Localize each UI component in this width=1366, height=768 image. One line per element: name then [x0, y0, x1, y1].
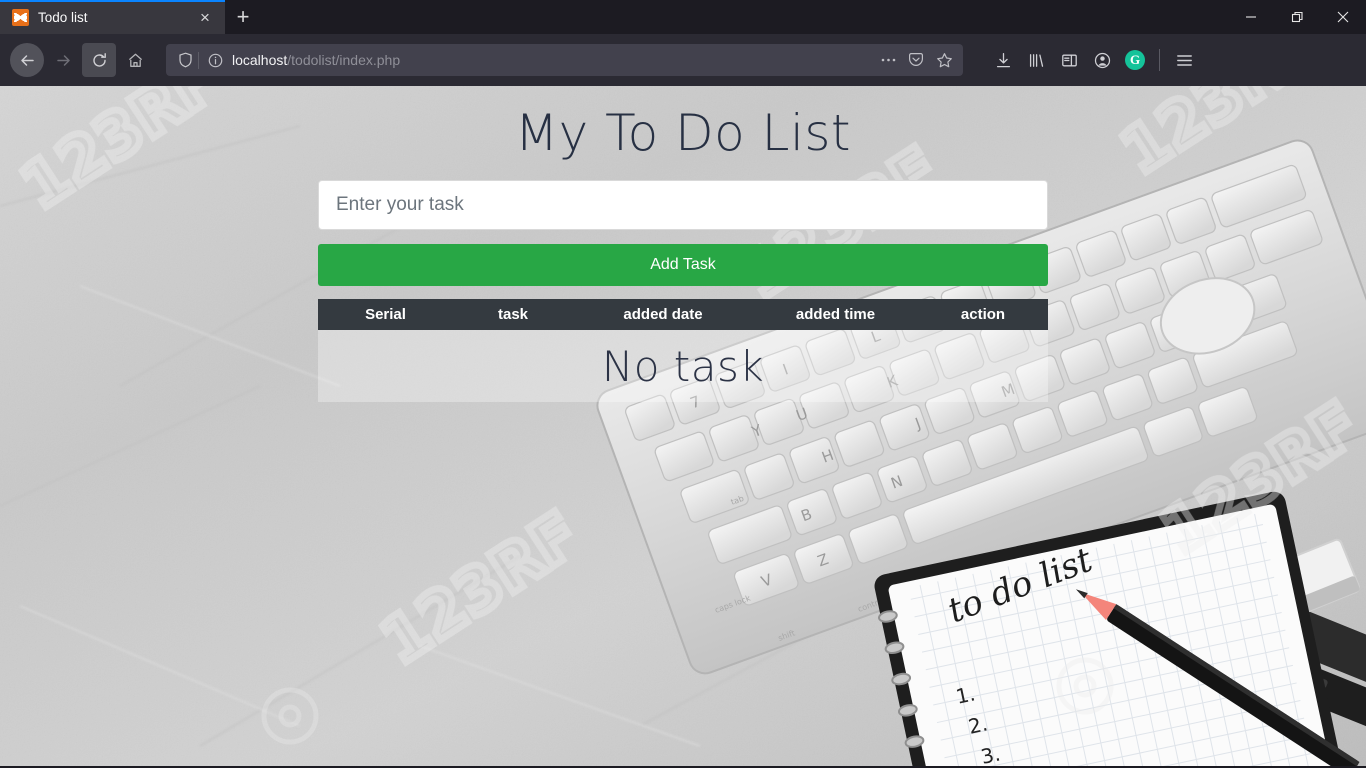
address-bar[interactable]: localhost/todolist/index.php: [166, 44, 963, 76]
column-header-task: task: [497, 306, 529, 323]
column-header-action: action: [960, 306, 1006, 323]
column-header-serial: Serial: [365, 306, 406, 323]
home-icon[interactable]: [118, 43, 152, 77]
column-header-added-date: added date: [623, 306, 703, 323]
column-header-added-time: added time: [795, 306, 876, 323]
close-button[interactable]: [1320, 0, 1366, 34]
address-bar-actions: [875, 47, 957, 73]
hamburger-menu-icon[interactable]: [1168, 43, 1200, 77]
ellipsis-icon[interactable]: [875, 47, 901, 73]
window-controls: [1228, 0, 1366, 34]
grammarly-badge: G: [1125, 50, 1145, 70]
new-tab-button[interactable]: +: [225, 0, 261, 34]
task-input[interactable]: [318, 180, 1048, 230]
browser-toolbar-right: G: [973, 43, 1200, 77]
back-arrow-icon[interactable]: [10, 43, 44, 77]
library-icon[interactable]: [1020, 43, 1052, 77]
xampp-favicon-icon: [12, 8, 29, 26]
empty-state-row: No task: [318, 330, 1048, 402]
empty-state-message: No task: [601, 341, 765, 391]
reload-icon[interactable]: [82, 43, 116, 77]
tab-strip: Todo list × +: [0, 0, 1366, 34]
task-table: Serial task added date added time action…: [318, 299, 1048, 402]
account-avatar-icon[interactable]: [1086, 43, 1118, 77]
grammarly-extension-icon[interactable]: G: [1119, 43, 1151, 77]
download-icon[interactable]: [987, 43, 1019, 77]
browser-window: Todo list × + localhost/todolist/index.p…: [0, 0, 1366, 768]
task-table-header: Serial task added date added time action: [318, 299, 1048, 330]
tab-title: Todo list: [38, 9, 88, 25]
todo-app: My To Do List Add Task Serial task added…: [318, 86, 1048, 402]
tab-todo-list[interactable]: Todo list ×: [0, 0, 225, 34]
add-task-button[interactable]: Add Task: [318, 244, 1048, 286]
page-title: My To Do List: [514, 104, 852, 162]
close-tab-icon[interactable]: ×: [195, 7, 215, 27]
page-viewport: 7IL YUK HJM BN VZ caps lock shift control t…: [0, 86, 1366, 768]
minimize-button[interactable]: [1228, 0, 1274, 34]
bookmark-star-icon[interactable]: [931, 47, 957, 73]
url-text[interactable]: localhost/todolist/index.php: [225, 52, 875, 68]
save-to-pocket-icon[interactable]: [903, 47, 929, 73]
toolbar-divider: [1159, 49, 1160, 71]
url-host: localhost: [232, 52, 288, 68]
tracking-protection-shield-icon[interactable]: [174, 52, 196, 68]
forward-arrow-icon: [46, 43, 80, 77]
navigation-toolbar: localhost/todolist/index.php G: [0, 34, 1366, 86]
sidebar-icon[interactable]: [1053, 43, 1085, 77]
page-info-icon[interactable]: [205, 53, 225, 68]
url-path: /todolist/index.php: [287, 52, 401, 68]
address-divider: [198, 51, 199, 69]
restore-button[interactable]: [1274, 0, 1320, 34]
